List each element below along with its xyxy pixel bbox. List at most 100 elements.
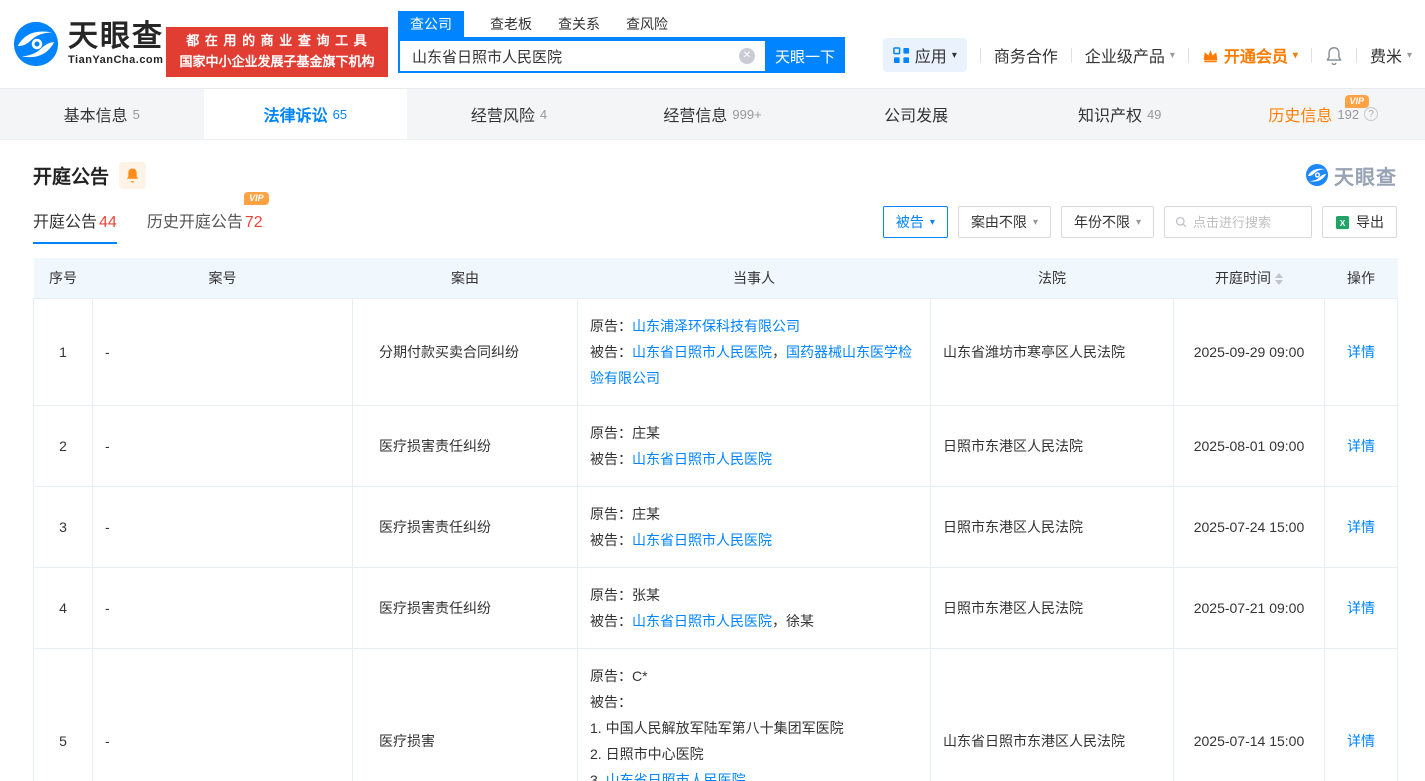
party-role-label: 原告：: [590, 425, 632, 441]
cause-cell: 医疗损害责任纠纷: [353, 405, 578, 486]
search-tab-relation[interactable]: 查关系: [558, 11, 600, 37]
hearing-time-cell: 2025-07-14 15:00: [1174, 648, 1325, 781]
column-header: 当事人: [578, 258, 931, 298]
company-link[interactable]: 山东省日照市人民医院: [632, 451, 772, 467]
tab-historical-info[interactable]: 历史信息192VIP?: [1221, 89, 1425, 139]
search-tab-risk[interactable]: 查风险: [626, 11, 668, 37]
announcement-subtabs: 开庭公告44 历史开庭公告72VIP: [33, 202, 263, 244]
search-area: 查公司查老板查关系查风险 ✕ 天眼一下: [398, 13, 845, 73]
tab-count: 65: [333, 107, 347, 122]
sort-icon[interactable]: [1275, 273, 1283, 285]
search-button[interactable]: 天眼一下: [765, 39, 845, 73]
year-filter-dropdown[interactable]: 年份不限 ▾: [1061, 206, 1154, 238]
table-row: 4-医疗损害责任纠纷原告：张某被告：山东省日照市人民医院，徐某日照市东港区人民法…: [34, 567, 1398, 648]
clear-icon[interactable]: ✕: [739, 48, 755, 64]
tab-count: 5: [133, 107, 140, 122]
detail-link[interactable]: 详情: [1347, 519, 1375, 535]
tab-label: 法律诉讼: [264, 102, 328, 126]
slogan-line1: 都 在 用 的 商 业 查 询 工 具: [186, 31, 368, 52]
subtab-label: 历史开庭公告: [147, 214, 243, 231]
subtab-history[interactable]: 历史开庭公告72VIP: [147, 208, 263, 244]
company-link[interactable]: 山东省日照市人民医院: [632, 613, 772, 629]
search-tab-company[interactable]: 查公司: [398, 11, 464, 37]
cause-cell: 医疗损害责任纠纷: [353, 567, 578, 648]
main-content: 开庭公告 天眼查 开庭公告44历史开庭公告72VIP 被告: [0, 140, 1425, 781]
party-role-label: 2.: [590, 746, 606, 762]
company-link[interactable]: 山东省日照市人民医院: [632, 344, 772, 360]
crown-icon: [1202, 48, 1219, 63]
table-header-row: 序号案号案由当事人法院开庭时间操作: [34, 258, 1398, 298]
company-link[interactable]: 山东省日照市人民医院: [606, 772, 746, 781]
user-menu[interactable]: 费米 ▾: [1370, 43, 1412, 67]
search-input[interactable]: [398, 39, 765, 73]
party-line: 被告：山东省日照市人民医院: [590, 446, 918, 472]
column-header[interactable]: 开庭时间: [1174, 258, 1325, 298]
table-row: 1-分期付款买卖合同纠纷原告：山东浦泽环保科技有限公司被告：山东省日照市人民医院…: [34, 298, 1398, 405]
apps-menu[interactable]: 应用 ▾: [883, 38, 967, 72]
tab-label: 基本信息: [64, 102, 128, 126]
help-icon[interactable]: ?: [1364, 107, 1378, 121]
divider: [1311, 48, 1312, 63]
tab-label: 公司发展: [884, 102, 948, 126]
tab-company-development[interactable]: 公司发展: [814, 89, 1018, 139]
hearing-time-cell: 2025-09-29 09:00: [1174, 298, 1325, 405]
role-filter-dropdown[interactable]: 被告 ▾: [883, 206, 948, 238]
row-number-cell: 5: [34, 648, 93, 781]
action-cell: 详情: [1325, 648, 1398, 781]
table-search-input[interactable]: [1193, 215, 1301, 230]
search-tab-boss[interactable]: 查老板: [490, 11, 532, 37]
business-cooperation-link[interactable]: 商务合作: [994, 43, 1058, 67]
party-line: 1. 中国人民解放军陆军第八十集团军医院: [590, 715, 918, 741]
tab-business-info[interactable]: 经营信息 999+: [611, 89, 815, 139]
detail-link[interactable]: 详情: [1347, 438, 1375, 454]
cause-cell: 分期付款买卖合同纠纷: [353, 298, 578, 405]
party-text: 中国人民解放军陆军第八十集团军医院: [606, 720, 844, 736]
hearing-time-cell: 2025-07-24 15:00: [1174, 486, 1325, 567]
party-text: 庄某: [632, 425, 660, 441]
parties-cell: 原告：山东浦泽环保科技有限公司被告：山东省日照市人民医院，国药器械山东医学检验有…: [578, 298, 931, 405]
action-cell: 详情: [1325, 567, 1398, 648]
party-role-label: 被告：: [590, 694, 632, 710]
table-row: 2-医疗损害责任纠纷原告：庄某被告：山东省日照市人民医院日照市东港区人民法院20…: [34, 405, 1398, 486]
party-role-label: 原告：: [590, 506, 632, 522]
tianyancha-logo[interactable]: 天眼查 TianYanCha.com: [12, 20, 164, 68]
cause-filter-dropdown[interactable]: 案由不限 ▾: [958, 206, 1051, 238]
company-link[interactable]: 山东浦泽环保科技有限公司: [632, 318, 800, 334]
chevron-down-icon: ▾: [1293, 50, 1298, 61]
tab-basic-info[interactable]: 基本信息 5: [0, 89, 204, 139]
detail-link[interactable]: 详情: [1347, 344, 1375, 360]
enterprise-products-menu[interactable]: 企业级产品 ▾: [1085, 43, 1175, 67]
detail-link[interactable]: 详情: [1347, 733, 1375, 749]
export-button[interactable]: X 导出: [1322, 206, 1397, 238]
apps-grid-icon: [893, 47, 910, 64]
tab-intellectual-property[interactable]: 知识产权49: [1018, 89, 1222, 139]
party-role-label: 原告：: [590, 318, 632, 334]
username: 费米: [1370, 43, 1402, 67]
row-number-cell: 4: [34, 567, 93, 648]
notifications-button[interactable]: [1325, 46, 1343, 65]
tab-label: 知识产权: [1078, 102, 1142, 126]
detail-link[interactable]: 详情: [1347, 600, 1375, 616]
export-label: 导出: [1356, 212, 1384, 232]
party-role-label: 被告：: [590, 451, 632, 467]
tab-legal-proceedings[interactable]: 法律诉讼 65: [204, 89, 408, 139]
table-search-box[interactable]: [1164, 206, 1312, 238]
company-link[interactable]: 山东省日照市人民医院: [632, 532, 772, 548]
tab-count: 4: [540, 107, 547, 122]
tab-label: 经营信息: [663, 102, 727, 126]
divider: [1356, 48, 1357, 63]
party-line: 被告：山东省日照市人民医院: [590, 527, 918, 553]
subtab-current[interactable]: 开庭公告44: [33, 208, 117, 244]
court-cell: 山东省潍坊市寒亭区人民法院: [931, 298, 1174, 405]
chevron-down-icon: ▾: [930, 217, 935, 228]
open-vip-menu[interactable]: 开通会员 ▾: [1202, 43, 1298, 67]
cause-filter-label: 案由不限: [971, 212, 1027, 232]
cooperation-label: 商务合作: [994, 43, 1058, 67]
bell-icon: [125, 167, 140, 183]
parties-cell: 原告：C*被告：1. 中国人民解放军陆军第八十集团军医院2. 日照市中心医院3.…: [578, 648, 931, 781]
subscribe-bell-button[interactable]: [119, 162, 146, 189]
tab-count: 999+: [732, 107, 761, 122]
tab-business-risk[interactable]: 经营风险4: [407, 89, 611, 139]
tianyancha-logo-icon: [1305, 163, 1329, 187]
search-tabs: 查公司查老板查关系查风险: [398, 13, 845, 39]
